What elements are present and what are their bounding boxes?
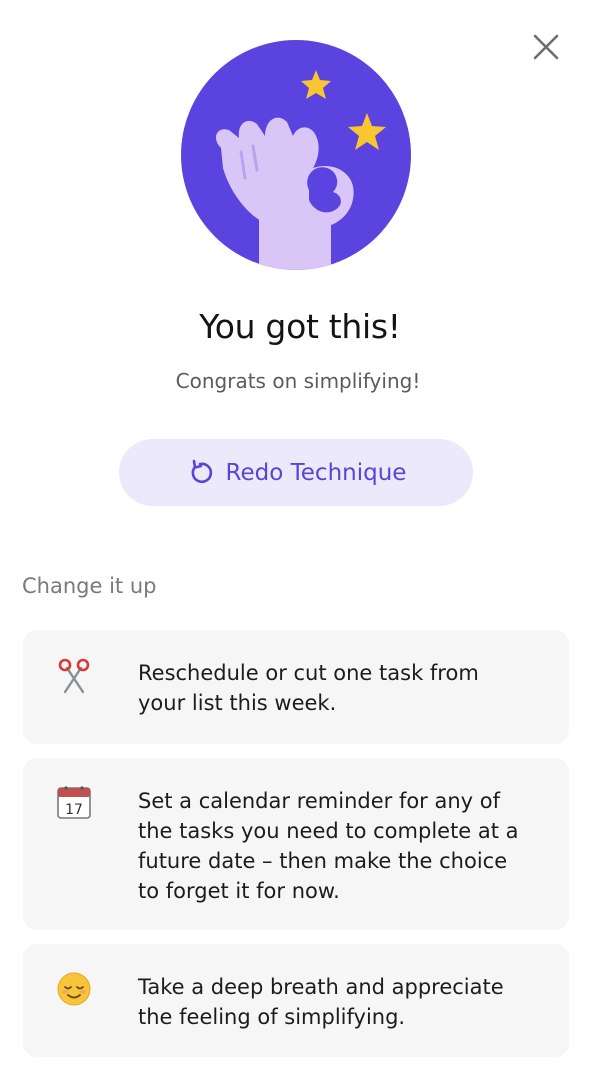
calendar-icon: 17 [55,784,93,822]
redo-technique-label: Redo Technique [225,459,407,486]
page-title: You got this! [199,307,401,346]
svg-text:17: 17 [65,802,83,818]
tip-text: Reschedule or cut one task from your lis… [138,661,479,715]
tip-text: Set a calendar reminder for any of the t… [138,789,519,903]
hero-illustration [181,40,411,270]
tip-card-calendar[interactable]: 17 Set a calendar reminder for any of th… [23,758,569,930]
redo-icon [191,459,212,483]
scissors-icon [55,658,93,696]
tip-text: Take a deep breath and appreciate the fe… [138,975,504,1029]
tip-card-breathe[interactable]: Take a deep breath and appreciate the fe… [23,944,569,1057]
redo-technique-button[interactable]: Redo Technique [119,439,473,506]
close-button[interactable] [528,29,564,65]
section-heading: Change it up [22,574,157,598]
relieved-face-icon [55,970,93,1008]
tip-card-reschedule[interactable]: Reschedule or cut one task from your lis… [23,630,569,744]
subtitle: Congrats on simplifying! [175,369,421,393]
ok-hand-icon [181,40,411,270]
close-icon [533,34,559,60]
